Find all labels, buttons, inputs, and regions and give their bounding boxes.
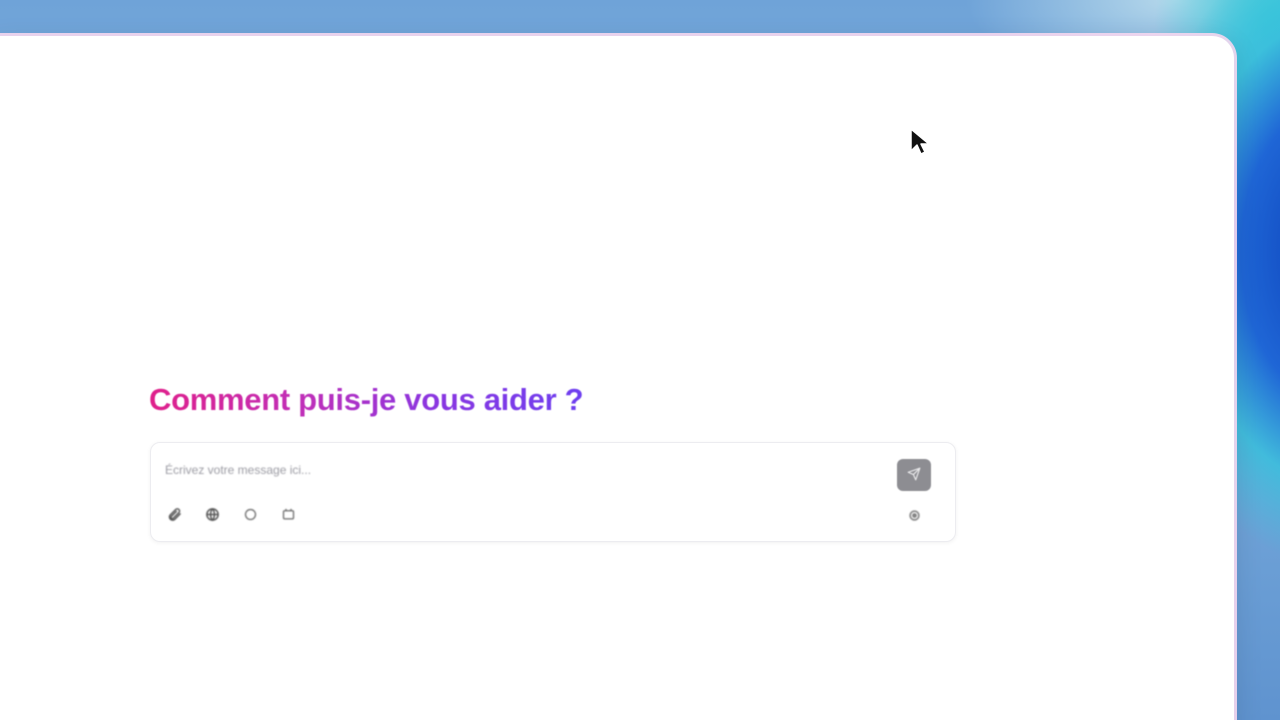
paperclip-icon bbox=[167, 507, 182, 525]
globe-icon bbox=[205, 507, 220, 525]
message-composer bbox=[150, 442, 956, 542]
image-button[interactable] bbox=[279, 507, 297, 525]
settings-button[interactable] bbox=[905, 508, 923, 526]
attach-button[interactable] bbox=[165, 507, 183, 525]
image-icon bbox=[281, 507, 296, 525]
page-heading: Comment puis-je vous aider ? bbox=[149, 382, 584, 417]
chat-mode-button[interactable] bbox=[241, 507, 259, 525]
speech-bubble-icon bbox=[243, 507, 258, 525]
send-icon bbox=[907, 467, 921, 484]
composer-toolbar bbox=[165, 507, 297, 525]
send-button[interactable] bbox=[897, 459, 931, 491]
mouse-cursor-icon bbox=[908, 127, 934, 157]
web-search-button[interactable] bbox=[203, 507, 221, 525]
message-input[interactable] bbox=[165, 459, 885, 481]
app-window: Comment puis-je vous aider ? bbox=[0, 36, 1234, 720]
settings-icon bbox=[907, 508, 922, 526]
